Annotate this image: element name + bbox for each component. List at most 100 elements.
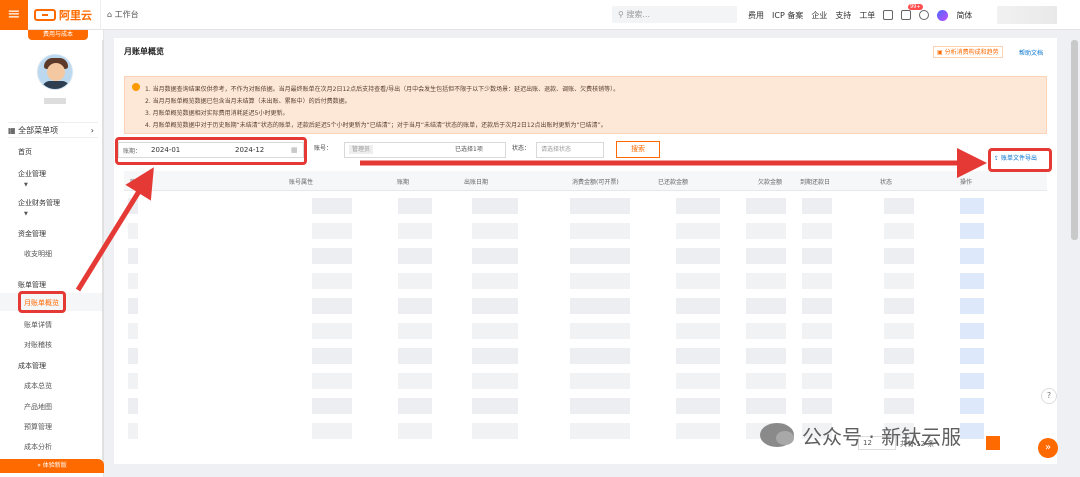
row-action-link[interactable]	[960, 198, 984, 214]
table-header: 账号 账号属性 账期 出账日期 消费金额(可开票) 已还款金额 欠款金额 到期还…	[124, 171, 1047, 191]
table-cell	[676, 398, 720, 414]
sidebar: 费用与成本 ▦ 全部菜单项 ›	[0, 30, 104, 477]
sidebar-item-cost-overview[interactable]: 成本总览	[24, 381, 52, 391]
account-select[interactable]: 管理员 已选择1项	[344, 142, 506, 158]
sidebar-item-cost-analysis[interactable]: 成本分析	[24, 442, 52, 452]
table-cell	[884, 398, 914, 414]
search-input[interactable]: ⚲ 搜索...	[612, 6, 737, 23]
table-cell	[398, 423, 432, 439]
bell-icon[interactable]	[901, 10, 912, 20]
row-action-link[interactable]	[960, 323, 984, 339]
chart-icon: ▣	[937, 49, 943, 56]
table-cell	[312, 273, 352, 289]
nav-link-icp[interactable]: ICP 备案	[772, 10, 803, 21]
table-cell	[676, 423, 720, 439]
nav-link-enterprise[interactable]: 企业	[811, 10, 827, 21]
all-menu-toggle[interactable]: ▦ 全部菜单项 ›	[8, 122, 98, 138]
chevron-down-icon[interactable]: ▼	[24, 211, 28, 217]
screen-icon[interactable]	[883, 10, 894, 20]
table-cell	[570, 223, 630, 239]
table-cell	[884, 273, 914, 289]
sidebar-item-funds[interactable]: 资金管理	[18, 229, 46, 239]
help-icon[interactable]	[919, 10, 930, 20]
floating-expand-button[interactable]: »	[1038, 438, 1058, 458]
nav-link-ticket[interactable]: 工单	[859, 10, 875, 21]
cost-tab[interactable]: 费用与成本	[28, 30, 88, 40]
info-icon	[132, 83, 140, 91]
table-cell	[570, 198, 630, 214]
row-action-link[interactable]	[960, 273, 984, 289]
sidebar-item-cost[interactable]: 成本管理	[18, 361, 46, 371]
search-button[interactable]: 搜索	[616, 141, 660, 158]
col-amount: 消费金额(可开票)	[572, 179, 619, 186]
table-cell	[312, 248, 352, 264]
trial-label: 体验新版	[42, 462, 67, 469]
row-action-link[interactable]	[960, 373, 984, 389]
nav-link-fee[interactable]: 费用	[748, 10, 764, 21]
col-debt: 欠款金额	[758, 179, 783, 186]
watermark: 公众号 · 新钛云服	[760, 420, 1060, 450]
account-selected-count: 已选择1项	[455, 146, 483, 153]
language-switch[interactable]: 简体	[956, 10, 972, 21]
trial-new-version-button[interactable]: » 体验新版	[0, 459, 104, 473]
workbench-link[interactable]: ⌂ 工作台	[100, 0, 139, 30]
table-cell	[746, 348, 786, 364]
table-cell	[312, 298, 352, 314]
notice-line-4: 4. 月账单概览数据中对于历史账期“未结清”状态的账单，还款后延迟5个小时更新为…	[145, 122, 607, 129]
table-cell	[398, 348, 432, 364]
table-cell	[472, 423, 518, 439]
sidebar-item-budget[interactable]: 预算管理	[24, 422, 52, 432]
notice-line-2: 2. 当月月账单概览数据已包含当月未结算（未出账、累账中）的后付费数据。	[145, 98, 351, 105]
nav-link-support[interactable]: 支持	[835, 10, 851, 21]
table-cell	[570, 323, 630, 339]
col-paid: 已还款金额	[658, 179, 689, 186]
table-cell	[746, 298, 786, 314]
page-scrollbar[interactable]	[1071, 40, 1078, 240]
row-action-link[interactable]	[960, 348, 984, 364]
table-cell	[676, 373, 720, 389]
table-cell	[398, 223, 432, 239]
row-action-link[interactable]	[960, 248, 984, 264]
col-bill-date: 出账日期	[464, 179, 489, 186]
menu-icon[interactable]: ≡	[0, 0, 28, 30]
table-cell	[398, 198, 432, 214]
sidebar-item-enterprise[interactable]: 企业管理	[18, 169, 46, 179]
table-cell	[128, 323, 138, 339]
sidebar-item-finance[interactable]: 企业财务管理	[18, 198, 60, 208]
table-cell	[570, 373, 630, 389]
analyze-trend-label: 分析消费构成和趋势	[944, 49, 999, 56]
sidebar-item-bills[interactable]: 账单管理	[18, 280, 46, 290]
table-cell	[802, 323, 832, 339]
table-cell	[746, 223, 786, 239]
table-cell	[746, 373, 786, 389]
sidebar-item-product-map[interactable]: 产品地图	[24, 402, 52, 412]
sidebar-item-audit[interactable]: 对账稽核	[24, 340, 52, 350]
table-cell	[802, 198, 832, 214]
table-cell	[570, 248, 630, 264]
sidebar-item-income[interactable]: 收支明细	[24, 249, 52, 259]
row-action-link[interactable]	[960, 398, 984, 414]
chevron-down-icon[interactable]: ▼	[24, 182, 28, 188]
floating-help-icon[interactable]: ?	[1041, 388, 1057, 404]
table-cell	[398, 398, 432, 414]
brand-name: 阿里云	[59, 9, 92, 22]
table-cell	[472, 273, 518, 289]
sidebar-scrollbar[interactable]	[102, 40, 104, 460]
brand-logo[interactable]: 阿里云	[34, 7, 92, 23]
watermark-text: 公众号 · 新钛云服	[802, 424, 962, 449]
table-cell	[884, 323, 914, 339]
row-action-link[interactable]	[960, 223, 984, 239]
status-select[interactable]: 请选择状态	[536, 142, 604, 158]
help-doc-link[interactable]: 帮助文档	[1019, 48, 1043, 57]
sidebar-item-home[interactable]: 首页	[18, 147, 32, 157]
avatar	[37, 54, 73, 90]
account-info[interactable]	[997, 6, 1057, 24]
user-avatar-icon[interactable]	[937, 9, 949, 21]
status-placeholder: 请选择状态	[541, 146, 572, 153]
table-cell	[676, 323, 720, 339]
table-cell	[128, 373, 138, 389]
row-action-link[interactable]	[960, 298, 984, 314]
analyze-trend-button[interactable]: ▣ 分析消费构成和趋势	[933, 46, 1003, 58]
sidebar-item-bill-details[interactable]: 账单详情	[24, 320, 52, 330]
table-cell	[398, 323, 432, 339]
